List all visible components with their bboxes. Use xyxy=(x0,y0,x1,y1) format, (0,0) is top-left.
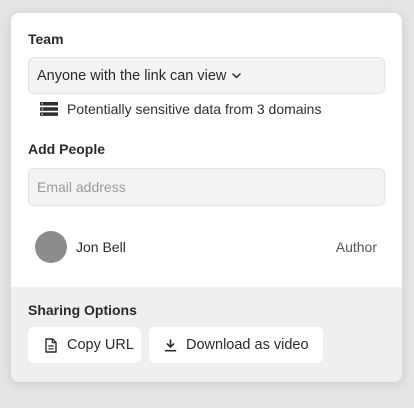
download-as-video-label: Download as video xyxy=(186,337,309,353)
member-role: Author xyxy=(335,239,377,255)
chevron-down-icon xyxy=(232,72,242,79)
team-section-title: Team xyxy=(28,31,64,47)
share-panel: Team Anyone with the link can view Poten… xyxy=(11,13,402,382)
email-address-input[interactable] xyxy=(28,168,385,206)
sharing-options-title: Sharing Options xyxy=(28,302,137,318)
database-icon xyxy=(40,102,58,116)
download-as-video-button[interactable]: Download as video xyxy=(149,327,323,363)
member-name: Jon Bell xyxy=(76,239,126,255)
document-icon xyxy=(43,337,59,353)
member-row: Jon Bell Author xyxy=(35,230,377,264)
download-icon xyxy=(162,337,178,353)
sharing-options-footer: Sharing Options Copy URL Download as vid… xyxy=(11,287,402,382)
copy-url-button[interactable]: Copy URL xyxy=(28,327,141,363)
add-people-section-title: Add People xyxy=(28,141,106,157)
sensitive-data-notice: Potentially sensitive data from 3 domain… xyxy=(40,99,321,119)
copy-url-label: Copy URL xyxy=(67,337,134,353)
access-level-select[interactable]: Anyone with the link can view xyxy=(28,57,385,94)
avatar xyxy=(35,231,67,263)
sensitive-data-text: Potentially sensitive data from 3 domain… xyxy=(67,101,322,117)
access-level-value: Anyone with the link can view xyxy=(37,67,227,84)
